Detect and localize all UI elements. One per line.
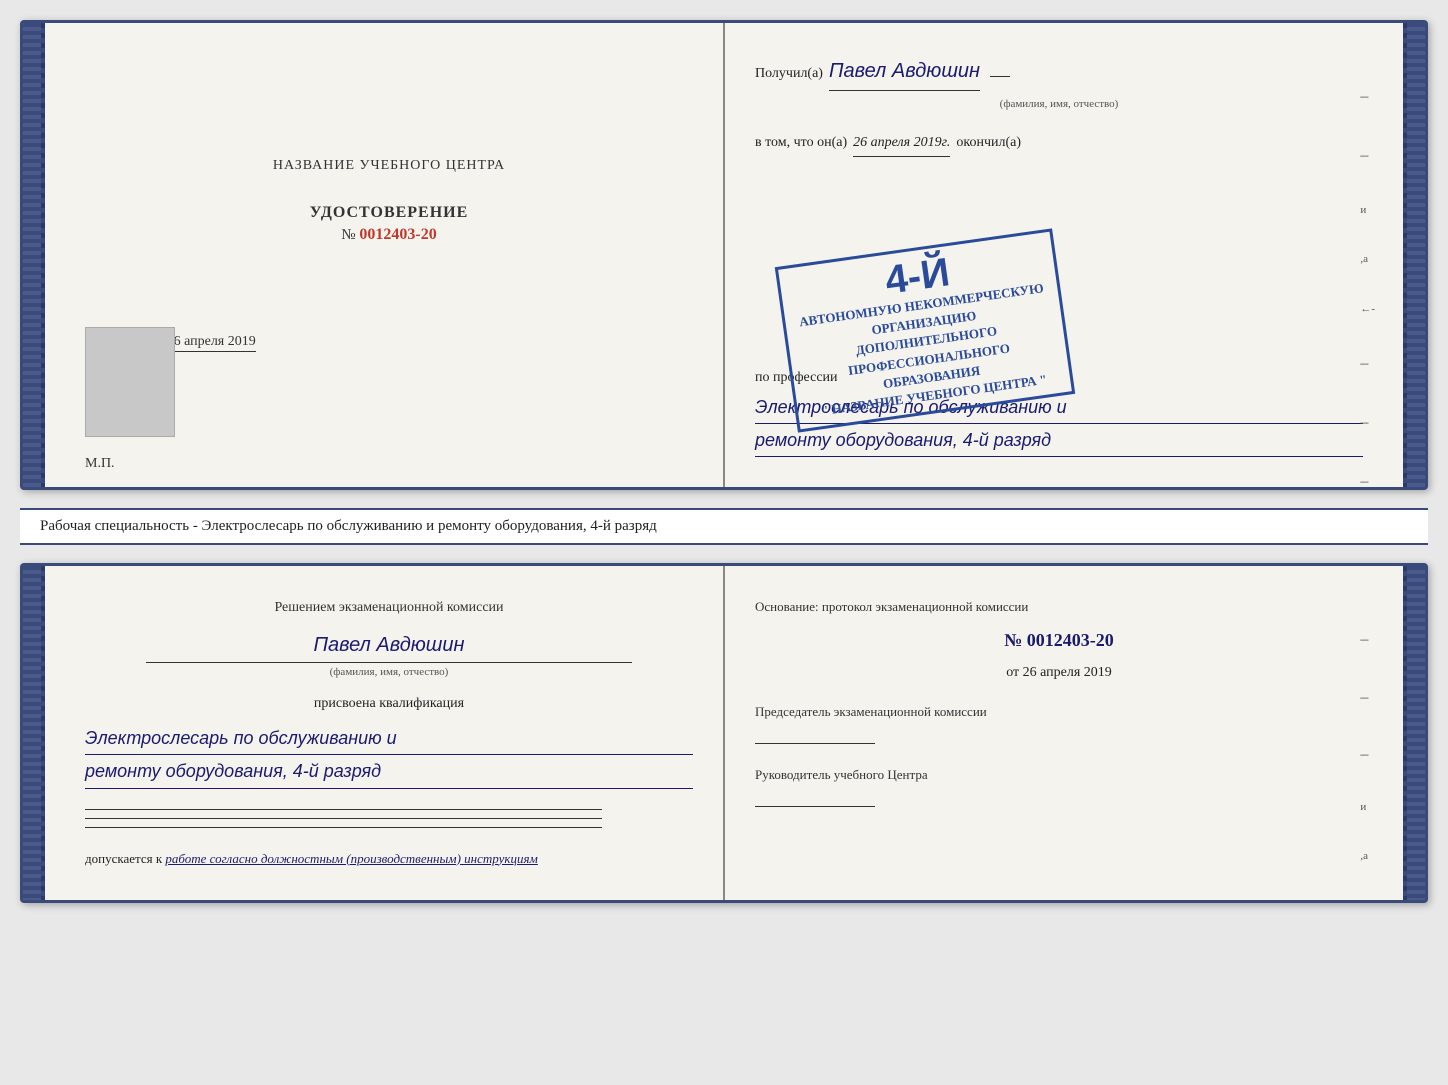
dash-b3: – [1360,741,1375,768]
number-value: 0012403-20 [359,226,436,243]
ot-date: 26 апреля 2019 [1023,665,1112,680]
profession-line-2: ремонту оборудования, 4-й разряд [755,424,1363,457]
udostoverenie-block: УДОСТОВЕРЕНИЕ № 0012403-20 [310,204,469,244]
prisvoena-label: присвоена квалификация [85,692,693,716]
letter-i: и [1360,201,1375,221]
name-hint: (фамилия, имя, отчество) [755,95,1363,115]
dash-5: – [1360,468,1375,491]
vtom-block: в том, что он(а) 26 апреля 2019г. окончи… [755,130,1363,157]
middle-text: Рабочая специальность - Электрослесарь п… [20,508,1428,545]
page-wrapper: НАЗВАНИЕ УЧЕБНОГО ЦЕНТРА УДОСТОВЕРЕНИЕ №… [20,20,1428,903]
vydano-line: Выдано 26 апреля 2019 [115,334,693,352]
qualification-line-1: Электрослесарь по обслуживанию и [85,722,693,755]
spine-right-bottom [1403,566,1425,899]
vtom-date: 26 апреля 2019г. [853,130,950,157]
rukovoditel-block: Руководитель учебного Центра [755,764,1363,807]
dash-4: – [1360,409,1375,438]
vydano-date: 26 апреля 2019 [167,334,256,352]
top-doc-left: НАЗВАНИЕ УЧЕБНОГО ЦЕНТРА УДОСТОВЕРЕНИЕ №… [45,23,723,487]
spine-left-bottom [23,566,45,899]
dash-b1: – [1360,626,1375,653]
bottom-doc-inner: Решением экзаменационной комиссии Павел … [45,566,1403,899]
dopuskaetsya-label: допускается к [85,851,162,866]
osnov-number-value: 0012403-20 [1027,630,1114,650]
poluchil-line: Получил(а) Павел Авдюшин [755,53,1363,91]
number-line: № 0012403-20 [310,226,469,244]
top-document: НАЗВАНИЕ УЧЕБНОГО ЦЕНТРА УДОСТОВЕРЕНИЕ №… [20,20,1428,490]
letter-ba: ,а [1360,847,1375,866]
osnov-label: Основание: протокол экзаменационной коми… [755,596,1363,618]
poluchil-label: Получил(а) [755,61,823,86]
bottom-doc-left: Решением экзаменационной комиссии Павел … [45,566,723,899]
dash-1: – [1360,83,1375,112]
predsedatel-block: Председатель экзаменационной комиссии [755,701,1363,744]
bottom-doc-right: Основание: протокол экзаменационной коми… [723,566,1403,899]
sig-line-2 [85,818,602,819]
vtom-label: в том, что он(а) [755,130,847,155]
spine-left [23,23,45,487]
top-doc-right: Получил(а) Павел Авдюшин (фамилия, имя, … [723,23,1403,487]
ot-date-line: от 26 апреля 2019 [755,661,1363,685]
osnov-number-prefix: № [1004,630,1022,650]
dash-b2: – [1360,684,1375,711]
letter-left: ←- [1360,300,1375,320]
dopuskaetsya-block: допускается к работе согласно должностны… [85,848,693,870]
bottom-name-hint: (фамилия, имя, отчество) [146,663,632,682]
rukovoditel-sig-line [755,806,875,807]
qualification-line-2: ремонту оборудования, 4-й разряд [85,755,693,788]
sig-line-3 [85,827,602,828]
dash-2: – [1360,142,1375,171]
photo-placeholder [85,327,175,437]
dopuskaetsya-text: работе согласно должностным (производств… [165,851,537,866]
ot-prefix: от [1006,665,1019,680]
okonchil-label: окончил(а) [956,130,1021,155]
vtom-line: в том, что он(а) 26 апреля 2019г. окончи… [755,130,1363,157]
bottom-document: Решением экзаменационной комиссии Павел … [20,563,1428,902]
dash-decor [990,76,1010,77]
dash-3: – [1360,350,1375,379]
center-title: НАЗВАНИЕ УЧЕБНОГО ЦЕНТРА [273,158,505,174]
osnovaniye-block: Основание: протокол экзаменационной коми… [755,596,1363,684]
udostoverenie-label: УДОСТОВЕРЕНИЕ [310,204,469,222]
letter-bleft: ←- [1360,895,1375,902]
resheniem-title: Решением экзаменационной комиссии [85,596,693,620]
spine-right [1403,23,1425,487]
letter-bi: и [1360,798,1375,817]
osnov-number: № 0012403-20 [755,625,1363,656]
mp-label: М.П. [85,456,115,472]
letter-a: ,а [1360,250,1375,270]
sig-line-1 [85,809,602,810]
top-doc-inner: НАЗВАНИЕ УЧЕБНОГО ЦЕНТРА УДОСТОВЕРЕНИЕ №… [45,23,1403,487]
predsedatel-sig-line [755,743,875,744]
bottom-recipient-name: Павел Авдюшин [146,628,632,663]
rukovoditel-label: Руководитель учебного Центра [755,764,1363,786]
predsedatel-label: Председатель экзаменационной комиссии [755,701,1363,723]
recipient-name: Павел Авдюшин [829,53,980,91]
number-prefix: № [341,227,355,243]
